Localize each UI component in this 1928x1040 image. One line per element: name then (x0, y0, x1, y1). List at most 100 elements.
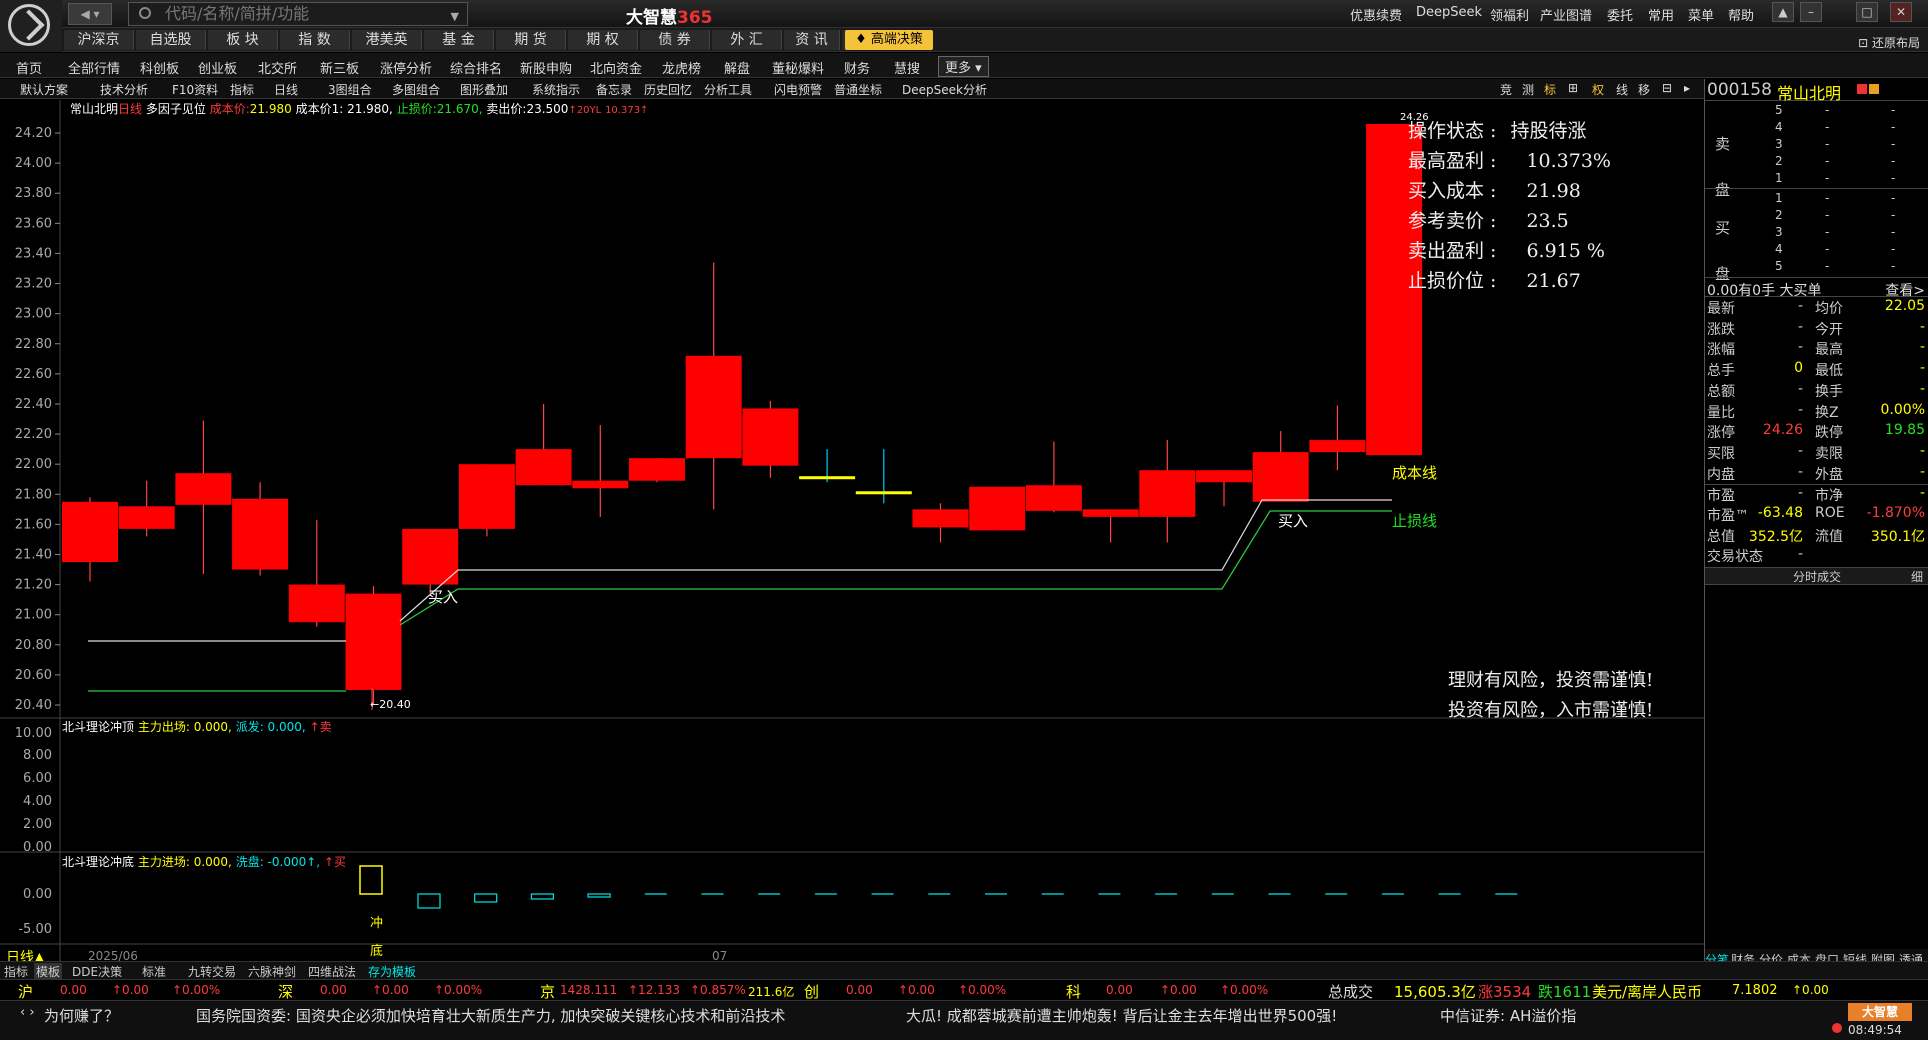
menu-jijin[interactable]: 基 金 (424, 30, 494, 50)
tool-right-2[interactable]: 标 (1544, 81, 1556, 98)
nav-5[interactable]: 新三板 (320, 58, 359, 77)
top-menu-5[interactable]: 常用 (1648, 5, 1674, 24)
nav-1[interactable]: 全部行情 (68, 58, 120, 77)
tool-10[interactable]: 历史回忆 (644, 81, 692, 98)
candle-body (288, 584, 345, 623)
menu-waihui[interactable]: 外 汇 (712, 30, 782, 50)
quote-label: 买限 (1707, 445, 1735, 462)
nav-11[interactable]: 解盘 (724, 58, 750, 77)
nav-0[interactable]: 首页 (16, 58, 42, 77)
alert-icon[interactable] (1832, 1023, 1842, 1033)
fenshi-header[interactable]: 分时成交 细 (1705, 567, 1928, 585)
nav-more-button[interactable]: 更多 ▾ (938, 56, 989, 77)
tool-right-3[interactable]: ⊞ (1568, 81, 1578, 95)
news-question[interactable]: 为何赚了？ (44, 1005, 119, 1026)
menu-zhaiquan[interactable]: 债 券 (640, 30, 710, 50)
tool-right-6[interactable]: 移 (1638, 81, 1650, 98)
tool-2[interactable]: F10资料 (172, 81, 218, 98)
menu-qiquan[interactable]: 期 权 (568, 30, 638, 50)
btab-5[interactable]: 六脉神剑 (248, 963, 296, 980)
top-menu-7[interactable]: 帮助 (1728, 5, 1754, 24)
tool-6[interactable]: 多图组合 (392, 81, 440, 98)
xi-button[interactable]: 细 (1911, 568, 1923, 585)
nav-3[interactable]: 创业板 (198, 58, 237, 77)
menu-zixun[interactable]: 资 讯 (784, 30, 840, 50)
news-item-2[interactable]: 大瓜! 成都蓉城赛前遭主帅炮轰! 背后让金主去年增出世界500强! (906, 1005, 1337, 1026)
index-cy-name[interactable]: 创 (804, 981, 819, 1002)
news-item-3[interactable]: 中信证券: AH溢价指 (1440, 1005, 1576, 1026)
tool-12[interactable]: 闪电预警 (774, 81, 822, 98)
btab-7[interactable]: 存为模板 (368, 963, 416, 980)
menu-bankuai[interactable]: 板 块 (208, 30, 278, 50)
news-arrows-icon[interactable]: ‹ › (20, 1005, 35, 1020)
nav-9[interactable]: 北向资金 (590, 58, 642, 77)
pin-icon[interactable]: ▲ (1772, 2, 1794, 22)
nav-7[interactable]: 综合排名 (450, 58, 502, 77)
btab-0[interactable]: 指标 (4, 963, 28, 980)
index-sz-name[interactable]: 深 (278, 981, 293, 1002)
level: 2 (1775, 154, 1783, 168)
tool-13[interactable]: 普通坐标 (834, 81, 882, 98)
nav-10[interactable]: 龙虎榜 (662, 58, 701, 77)
nav-6[interactable]: 涨停分析 (380, 58, 432, 77)
tool-1[interactable]: 技术分析 (100, 81, 148, 98)
btab-3[interactable]: 标准 (142, 963, 166, 980)
tool-right-0[interactable]: 竞 (1500, 81, 1512, 98)
tool-0[interactable]: 默认方案 (20, 81, 68, 98)
tool-right-5[interactable]: 线 (1616, 81, 1628, 98)
cost-value: 21.980 (249, 102, 292, 116)
tool-right-1[interactable]: 测 (1522, 81, 1534, 98)
buy-label-1: 买入 (428, 588, 459, 606)
top-menu-2[interactable]: 领福利 (1490, 5, 1529, 24)
brand-logo[interactable]: 大智慧 (1848, 1003, 1912, 1021)
nav-13[interactable]: 财务 (844, 58, 870, 77)
menu-gangmei[interactable]: 港美英 (352, 30, 422, 50)
nav-12[interactable]: 董秘爆料 (772, 58, 824, 77)
tool-9[interactable]: 备忘录 (596, 81, 632, 98)
index-sh-name[interactable]: 沪 (18, 981, 33, 1002)
btab-1[interactable]: 模板 (34, 963, 63, 980)
nav-2[interactable]: 科创板 (140, 58, 179, 77)
index-kc-name[interactable]: 科 (1066, 981, 1081, 1002)
tool-4[interactable]: 日线 (274, 81, 298, 98)
top-menu-4[interactable]: 委托 (1607, 5, 1633, 24)
btab-2[interactable]: DDE决策 (72, 963, 122, 980)
top-menu-3[interactable]: 产业图谱 (1540, 5, 1592, 24)
tool-14[interactable]: DeepSeek分析 (902, 81, 987, 98)
tool-right-4[interactable]: 权 (1592, 81, 1604, 98)
top-menu-0[interactable]: 优惠续费 (1350, 5, 1402, 24)
top-menu-1[interactable]: DeepSeek (1416, 5, 1482, 20)
top-menu-6[interactable]: 菜单 (1688, 5, 1714, 24)
menu-zixuan[interactable]: 自选股 (136, 30, 206, 50)
menu-zhishu[interactable]: 指 数 (280, 30, 350, 50)
close-button[interactable]: ✕ (1890, 2, 1912, 22)
tool-5[interactable]: 3图组合 (328, 81, 372, 98)
tool-7[interactable]: 图形叠加 (460, 81, 508, 98)
gaoduan-button[interactable]: ♦ 高端决策 (845, 30, 933, 50)
quote-value: - (1797, 442, 1803, 459)
search-input[interactable]: 代码/名称/简拼/功能 ▼ (128, 2, 468, 26)
grid-icon[interactable]: ⊟ (1662, 81, 1672, 95)
btab-4[interactable]: 九转交易 (188, 963, 236, 980)
btab-6[interactable]: 四维战法 (308, 963, 356, 980)
view-button[interactable]: 查看> (1885, 280, 1925, 300)
nav-4[interactable]: 北交所 (258, 58, 297, 77)
restore-layout-button[interactable]: ⊡ 还原布局 (1858, 34, 1920, 51)
tool-11[interactable]: 分析工具 (704, 81, 752, 98)
app-logo-icon[interactable] (0, 0, 62, 52)
info-box: 操作状态 : 持股待涨 最高盈利 :10.373% 买入成本 :21.98 参考卖… (1408, 116, 1611, 296)
chevron-down-icon[interactable]: ▼ (451, 6, 459, 28)
restore-button[interactable]: □ (1856, 2, 1878, 22)
quote-label: 均价 (1815, 301, 1843, 317)
nav-14[interactable]: 慧搜 (894, 58, 920, 77)
menu-qihuo[interactable]: 期 货 (496, 30, 566, 50)
news-item-1[interactable]: 国务院国资委: 国资央企必须加快培育壮大新质生产力, 加快突破关键核心技术和前沿… (196, 1005, 785, 1026)
nav-8[interactable]: 新股申购 (520, 58, 572, 77)
tool-8[interactable]: 系统指示 (532, 81, 580, 98)
menu-hsj[interactable]: 沪深京 (64, 30, 134, 50)
back-forward-button[interactable]: ◀ ▾ (68, 3, 112, 25)
expand-icon[interactable]: ▸ (1684, 81, 1690, 95)
index-bj-name[interactable]: 京 (540, 981, 555, 1002)
minimize-button[interactable]: – (1800, 2, 1822, 22)
tool-3[interactable]: 指标 (230, 81, 254, 98)
